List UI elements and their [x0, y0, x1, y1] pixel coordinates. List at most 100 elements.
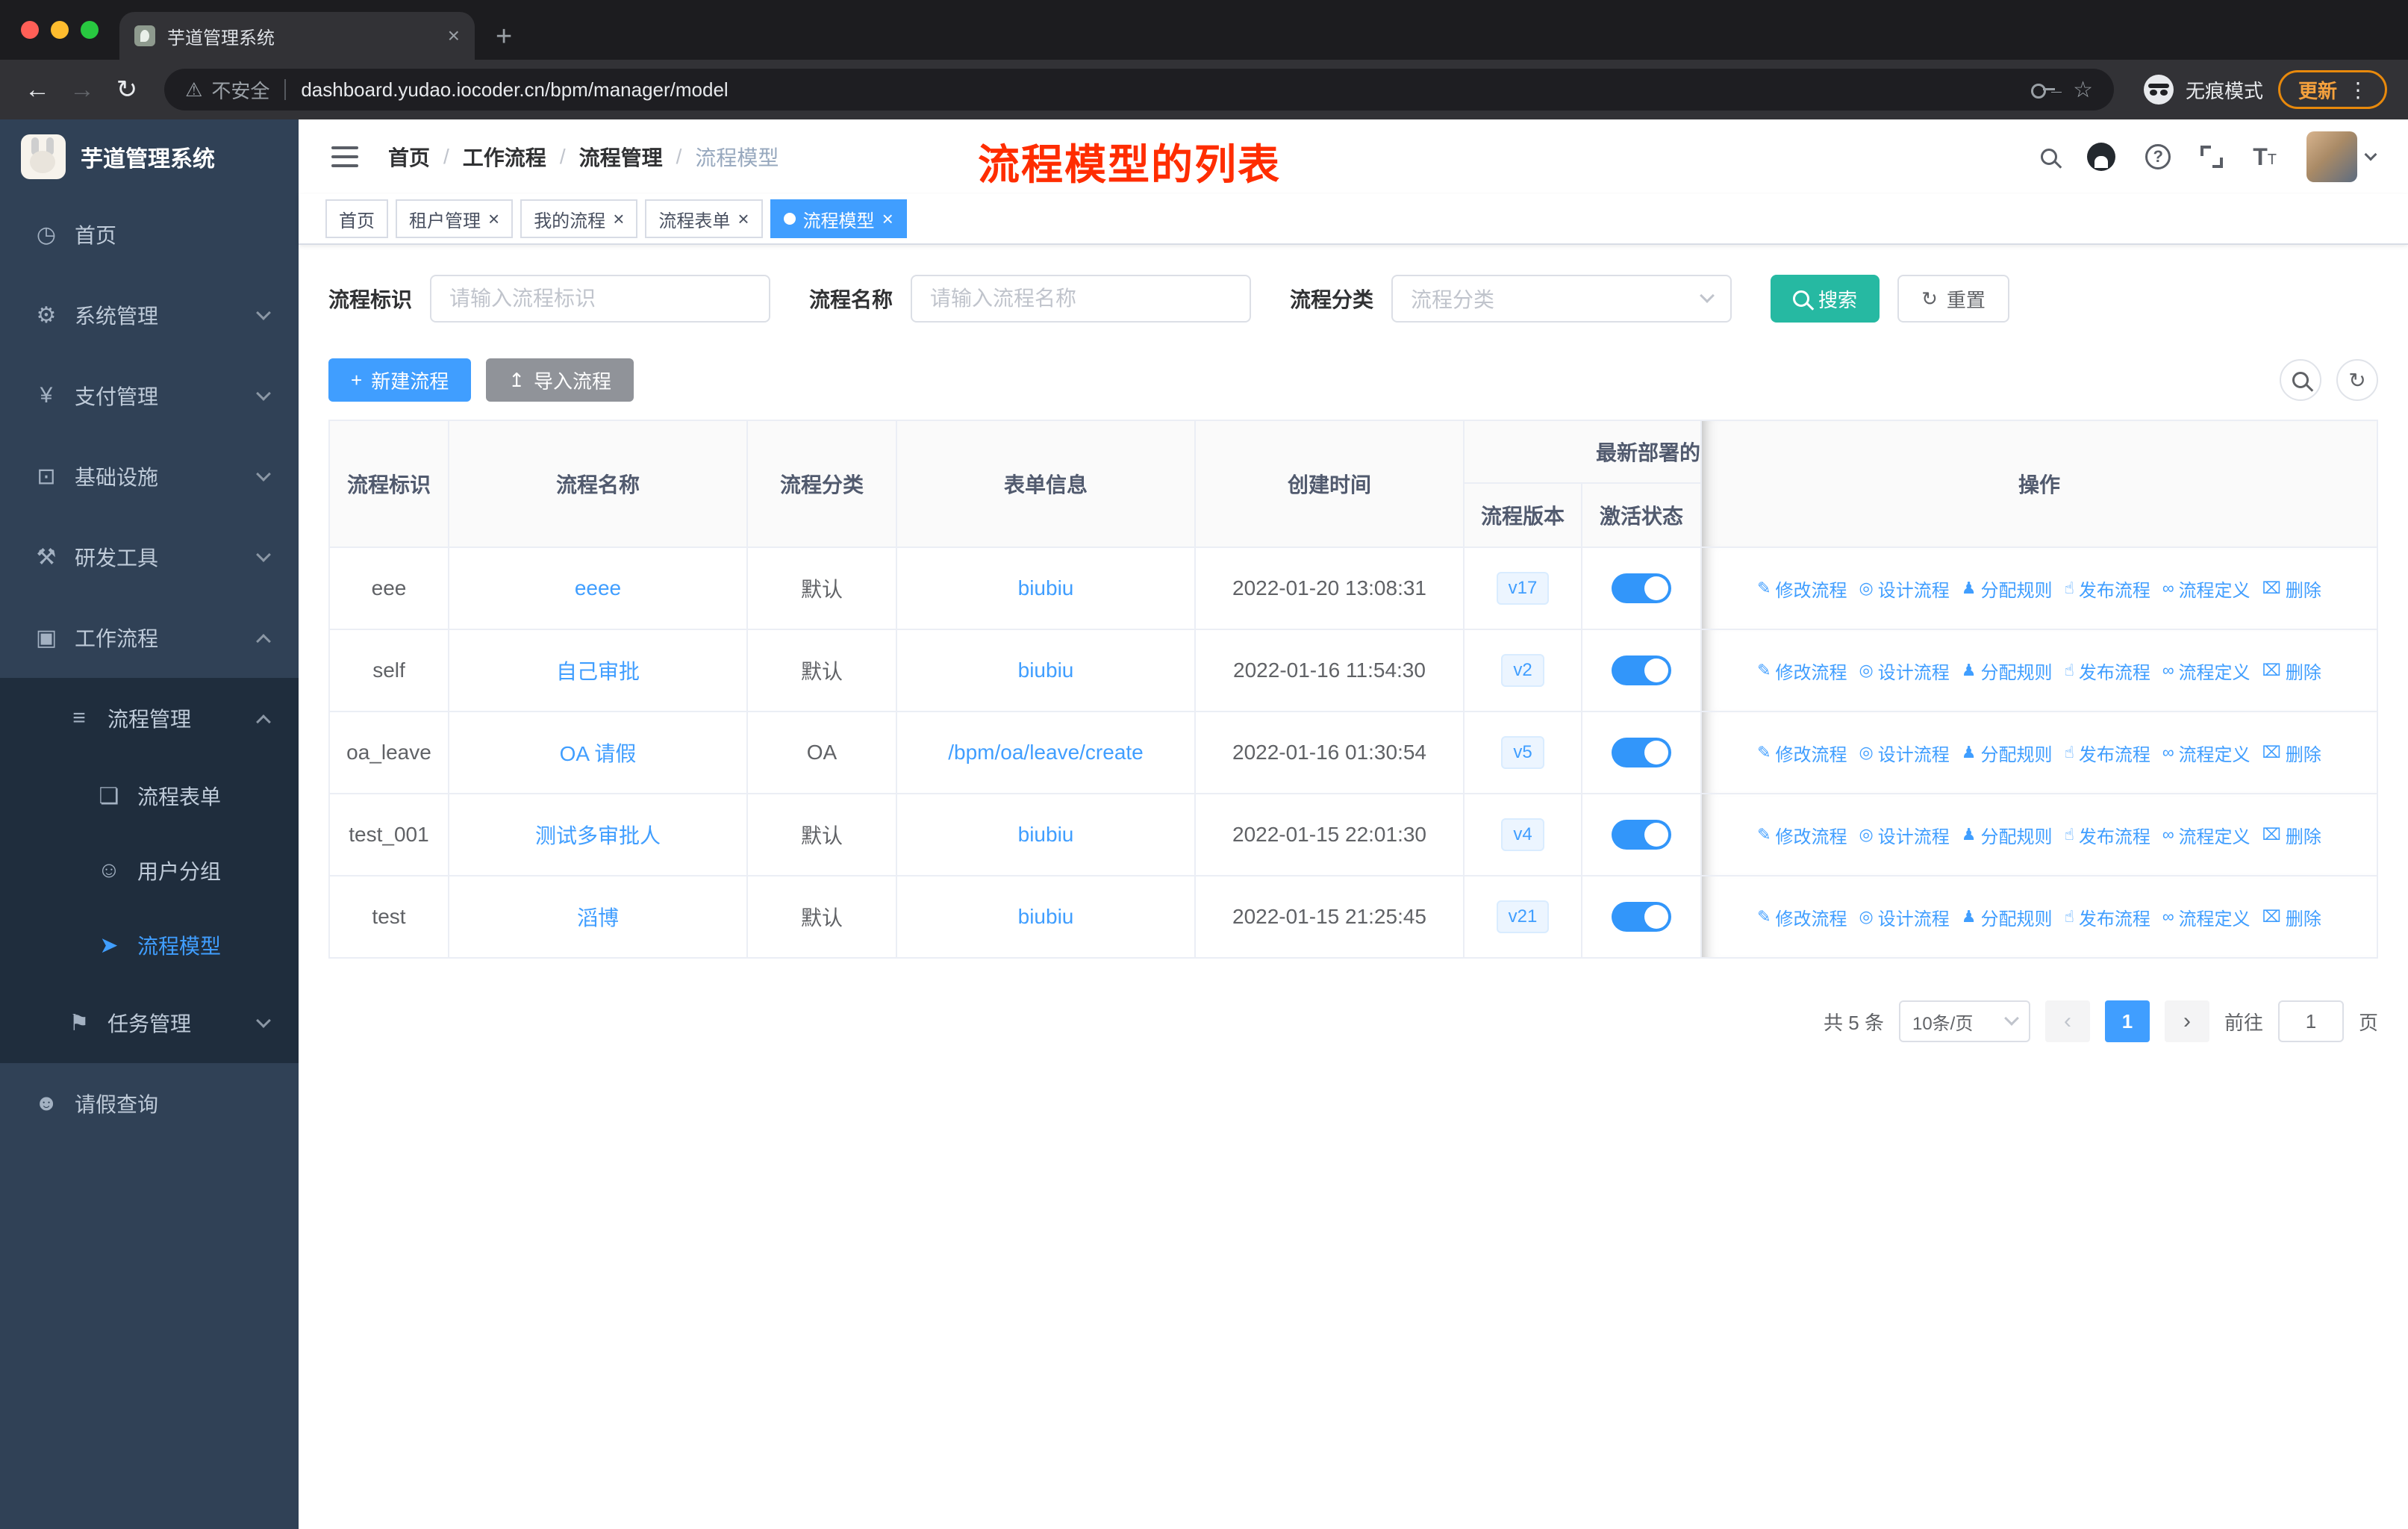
- goto-page-input[interactable]: [2277, 1000, 2344, 1042]
- import-process-button[interactable]: ↥ 导入流程: [486, 358, 634, 402]
- delete-link[interactable]: ⌧ 删除: [2262, 740, 2321, 766]
- sidebar-item-process-form[interactable]: ❏ 流程表单: [0, 759, 299, 833]
- active-toggle[interactable]: [1612, 820, 1671, 850]
- publish-process-link[interactable]: ☝ 发布流程: [2064, 740, 2150, 766]
- new-tab-button[interactable]: +: [496, 22, 512, 51]
- tab-process-form[interactable]: 流程表单 ×: [645, 199, 763, 238]
- active-toggle[interactable]: [1612, 902, 1671, 932]
- delete-link[interactable]: ⌧ 删除: [2262, 658, 2321, 684]
- security-label[interactable]: 不安全: [211, 76, 269, 104]
- browser-menu-icon[interactable]: ⋮: [2337, 78, 2379, 102]
- password-key-icon[interactable]: [2031, 81, 2056, 99]
- publish-process-link[interactable]: ☝ 发布流程: [2064, 658, 2150, 684]
- design-process-link[interactable]: ◎ 设计流程: [1859, 658, 1950, 684]
- model-name-link[interactable]: 自己审批: [556, 660, 640, 683]
- tab-close-icon[interactable]: ×: [737, 209, 749, 228]
- publish-process-link[interactable]: ☝ 发布流程: [2064, 904, 2150, 930]
- search-button[interactable]: 搜索: [1771, 275, 1880, 323]
- sidebar-item-process-management[interactable]: ≡ 流程管理: [0, 678, 299, 759]
- sidebar-item-user-group[interactable]: ☺ 用户分组: [0, 833, 299, 908]
- browser-update-button[interactable]: 更新 ⋮: [2277, 70, 2387, 109]
- assign-rule-link[interactable]: ♟ 分配规则: [1962, 822, 2053, 848]
- filter-name-input[interactable]: [911, 275, 1252, 323]
- delete-link[interactable]: ⌧ 删除: [2262, 822, 2321, 848]
- window-zoom-button[interactable]: [81, 21, 99, 39]
- fullscreen-icon[interactable]: [2200, 146, 2224, 168]
- form-info-link[interactable]: biubiu: [1018, 905, 1074, 928]
- next-page-button[interactable]: ›: [2164, 1000, 2209, 1042]
- breadcrumb-item[interactable]: 首页: [388, 142, 430, 172]
- modify-process-link[interactable]: ✎ 修改流程: [1757, 904, 1847, 930]
- tab-close-icon[interactable]: ×: [448, 24, 460, 48]
- sidebar-item-task-management[interactable]: ⚑ 任务管理: [0, 983, 299, 1063]
- refresh-table-button[interactable]: ↻: [2336, 359, 2378, 401]
- hamburger-icon[interactable]: [331, 146, 358, 167]
- sidebar-item-dev-tools[interactable]: ⚒ 研发工具: [0, 517, 299, 597]
- sidebar-item-system-management[interactable]: ⚙ 系统管理: [0, 275, 299, 355]
- tab-my-process[interactable]: 我的流程 ×: [520, 199, 638, 238]
- create-process-button[interactable]: + 新建流程: [328, 358, 472, 402]
- app-logo[interactable]: 芋道管理系统: [0, 119, 299, 194]
- design-process-link[interactable]: ◎ 设计流程: [1859, 740, 1950, 766]
- help-icon[interactable]: [2145, 144, 2171, 169]
- page-size-select[interactable]: 10条/页: [1898, 1000, 2030, 1042]
- reload-button[interactable]: ↻: [105, 67, 149, 112]
- model-name-link[interactable]: 滔博: [577, 906, 619, 929]
- reset-button[interactable]: ↻ 重置: [1897, 275, 2009, 323]
- back-button[interactable]: ←: [15, 67, 60, 112]
- design-process-link[interactable]: ◎ 设计流程: [1859, 904, 1950, 930]
- active-toggle[interactable]: [1612, 655, 1671, 685]
- design-process-link[interactable]: ◎ 设计流程: [1859, 822, 1950, 848]
- process-definition-link[interactable]: ∞ 流程定义: [2162, 740, 2251, 766]
- sidebar-item-leave-query[interactable]: ☻ 请假查询: [0, 1063, 299, 1144]
- window-close-button[interactable]: [21, 21, 39, 39]
- form-info-link[interactable]: biubiu: [1018, 576, 1074, 600]
- tab-process-model[interactable]: 流程模型 ×: [770, 199, 907, 238]
- model-name-link[interactable]: eeee: [575, 576, 621, 600]
- assign-rule-link[interactable]: ♟ 分配规则: [1962, 904, 2053, 930]
- active-toggle[interactable]: [1612, 738, 1671, 767]
- modify-process-link[interactable]: ✎ 修改流程: [1757, 576, 1847, 602]
- model-name-link[interactable]: 测试多审批人: [535, 824, 661, 847]
- publish-process-link[interactable]: ☝ 发布流程: [2064, 822, 2150, 848]
- form-info-link[interactable]: biubiu: [1018, 823, 1074, 846]
- forward-button[interactable]: →: [60, 67, 105, 112]
- sidebar-item-infrastructure[interactable]: ⊡ 基础设施: [0, 436, 299, 517]
- filter-category-select[interactable]: 流程分类: [1391, 275, 1732, 323]
- breadcrumb-item[interactable]: 工作流程: [463, 142, 546, 172]
- assign-rule-link[interactable]: ♟ 分配规则: [1962, 740, 2053, 766]
- user-menu[interactable]: [2306, 131, 2377, 182]
- prev-page-button[interactable]: ‹: [2044, 1000, 2090, 1042]
- form-info-link[interactable]: biubiu: [1018, 658, 1074, 682]
- active-toggle[interactable]: [1612, 573, 1671, 603]
- sidebar-item-home[interactable]: ◷ 首页: [0, 194, 299, 275]
- sidebar-item-process-model[interactable]: ➤ 流程模型: [0, 908, 299, 983]
- publish-process-link[interactable]: ☝ 发布流程: [2064, 576, 2150, 602]
- delete-link[interactable]: ⌧ 删除: [2262, 904, 2321, 930]
- tab-close-icon[interactable]: ×: [488, 209, 499, 228]
- sidebar-item-workflow[interactable]: ▣ 工作流程: [0, 597, 299, 678]
- bookmark-star-icon[interactable]: ☆: [2073, 77, 2093, 103]
- font-size-icon[interactable]: [2253, 145, 2277, 169]
- assign-rule-link[interactable]: ♟ 分配规则: [1962, 658, 2053, 684]
- modify-process-link[interactable]: ✎ 修改流程: [1757, 658, 1847, 684]
- tab-tenant-management[interactable]: 租户管理 ×: [396, 199, 514, 238]
- tab-close-icon[interactable]: ×: [882, 209, 893, 228]
- avatar[interactable]: [2306, 131, 2357, 182]
- window-minimize-button[interactable]: [51, 21, 69, 39]
- search-icon[interactable]: [2041, 149, 2058, 165]
- address-bar[interactable]: ⚠ 不安全 dashboard.yudao.iocoder.cn /bpm/ma…: [164, 69, 2114, 110]
- current-page-button[interactable]: 1: [2104, 1000, 2150, 1042]
- process-definition-link[interactable]: ∞ 流程定义: [2162, 822, 2251, 848]
- filter-key-input[interactable]: [430, 275, 771, 323]
- process-definition-link[interactable]: ∞ 流程定义: [2162, 576, 2251, 602]
- model-name-link[interactable]: OA 请假: [560, 742, 637, 765]
- browser-tab[interactable]: 芋道管理系统 ×: [119, 12, 475, 60]
- breadcrumb-item[interactable]: 流程管理: [579, 142, 663, 172]
- toggle-search-button[interactable]: [2280, 359, 2321, 401]
- process-definition-link[interactable]: ∞ 流程定义: [2162, 658, 2251, 684]
- modify-process-link[interactable]: ✎ 修改流程: [1757, 822, 1847, 848]
- modify-process-link[interactable]: ✎ 修改流程: [1757, 740, 1847, 766]
- tab-close-icon[interactable]: ×: [613, 209, 624, 228]
- process-definition-link[interactable]: ∞ 流程定义: [2162, 904, 2251, 930]
